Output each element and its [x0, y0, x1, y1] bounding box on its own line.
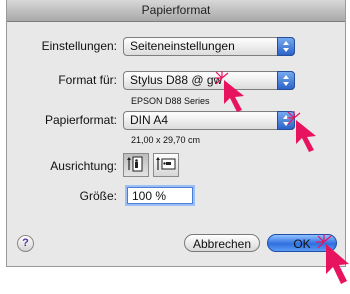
portrait-orientation-icon — [127, 156, 143, 172]
orientation-label: Ausrichtung: — [50, 159, 117, 173]
format-for-popup[interactable]: Stylus D88 @ gw — [123, 71, 295, 90]
paper-size-label: Papierformat: — [44, 113, 117, 127]
scale-input[interactable]: 100 % — [127, 187, 193, 204]
settings-value: Seiteneinstellungen — [130, 39, 235, 53]
settings-label: Einstellungen: — [41, 39, 117, 53]
paper-dimensions: 21,00 x 29,70 cm — [131, 135, 201, 145]
settings-popup[interactable]: Seiteneinstellungen — [123, 37, 295, 56]
scale-value: 100 % — [132, 189, 167, 203]
orientation-portrait-button[interactable] — [123, 153, 149, 177]
scale-label: Größe: — [79, 189, 117, 203]
popup-arrows-icon — [277, 71, 295, 90]
paper-size-value: DIN A4 — [130, 113, 169, 127]
format-for-label: Format für: — [58, 73, 117, 87]
ok-button[interactable]: OK — [267, 234, 337, 252]
paper-size-popup[interactable]: DIN A4 — [123, 111, 295, 130]
popup-arrows-icon — [277, 37, 295, 56]
page-setup-dialog: Papierformat Einstellungen: Seiteneinste… — [6, 0, 346, 267]
format-for-value: Stylus D88 @ gw — [130, 73, 223, 87]
help-button[interactable]: ? — [17, 235, 34, 252]
help-icon: ? — [22, 237, 29, 249]
title-bar: Papierformat — [7, 0, 345, 22]
printer-description: EPSON D88 Series — [131, 96, 210, 106]
landscape-orientation-icon — [156, 157, 176, 170]
cancel-button[interactable]: Abbrechen — [184, 234, 260, 252]
orientation-landscape-button[interactable] — [153, 153, 179, 177]
window-title: Papierformat — [141, 3, 211, 17]
popup-arrows-icon — [277, 111, 295, 130]
